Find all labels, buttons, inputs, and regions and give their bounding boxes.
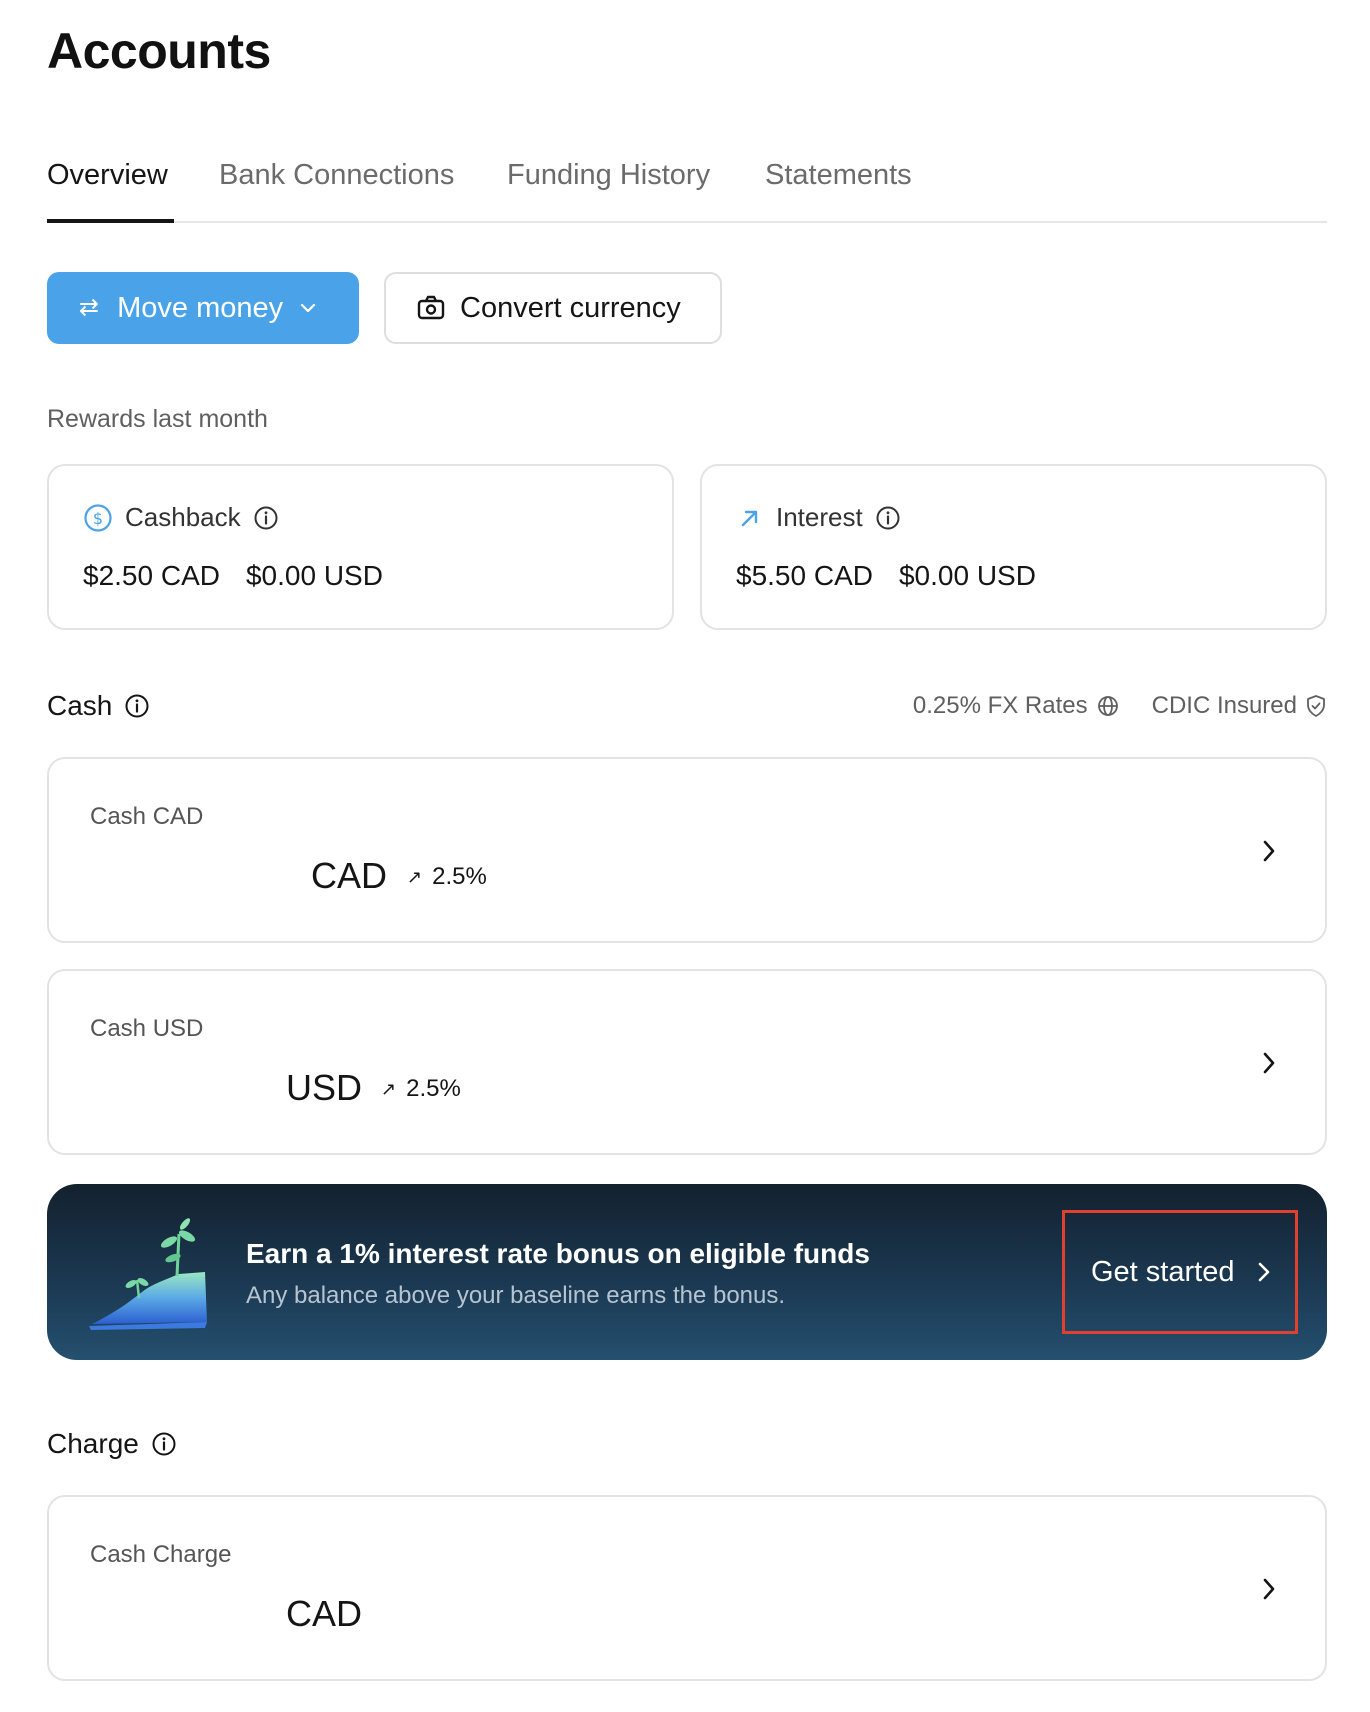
cashback-usd-amount: $0.00 USD (245, 560, 383, 591)
interest-usd-amount: $0.00 USD (898, 560, 1036, 591)
interest-bonus-banner: Earn a 1% interest rate bonus on eligibl… (47, 1184, 1327, 1360)
chevron-right-icon (1263, 1052, 1275, 1074)
account-name: Cash CAD (90, 803, 204, 830)
cashback-card: $ Cashback $2.50 CAD $0.00 USD (47, 464, 674, 630)
interest-label: Interest (776, 502, 863, 532)
page-title: Accounts (47, 23, 271, 79)
tab-statements[interactable]: Statements (765, 159, 912, 192)
shield-check-icon (1307, 695, 1325, 717)
charge-section-title: Charge (47, 1428, 139, 1459)
account-rate: ↗ 2.5% (407, 863, 487, 891)
fx-rates-label: 0.25% FX Rates (912, 692, 1088, 719)
get-started-label: Get started (1091, 1255, 1235, 1288)
cash-charge-account-card[interactable]: Cash Charge CAD (47, 1495, 1327, 1681)
interest-card: Interest $5.50 CAD $0.00 USD (700, 464, 1327, 630)
tab-bar: Overview Bank Connections Funding Histor… (47, 155, 1327, 223)
cashback-label: Cashback (125, 502, 241, 532)
get-started-button[interactable]: Get started (1062, 1210, 1298, 1334)
convert-currency-button[interactable]: Convert currency (384, 272, 722, 344)
arrow-up-right-icon: ↗ (407, 866, 423, 887)
swap-arrows-icon: ⇄ (79, 294, 100, 321)
plant-growth-illustration (89, 1218, 207, 1330)
svg-text:$: $ (93, 509, 103, 528)
fx-rates-link[interactable]: 0.25% FX Rates (913, 692, 1120, 720)
chevron-down-icon (301, 303, 316, 313)
cash-cad-account-card[interactable]: Cash CAD CAD ↗ 2.5% (47, 757, 1327, 943)
cdic-insured-link[interactable]: CDIC Insured (1152, 692, 1327, 720)
promo-title: Earn a 1% interest rate bonus on eligibl… (246, 1238, 870, 1269)
chevron-right-icon (1263, 1578, 1275, 1600)
active-tab-indicator (47, 219, 174, 223)
arrow-up-right-icon (741, 510, 758, 526)
account-rate-value: 2.5% (432, 863, 487, 890)
charge-section-header: Charge (47, 1428, 177, 1460)
chevron-right-icon (1259, 1262, 1270, 1282)
interest-info-icon[interactable] (875, 505, 901, 531)
camera-icon (417, 295, 445, 320)
promo-subtitle: Any balance above your baseline earns th… (246, 1282, 786, 1309)
move-money-button[interactable]: ⇄ Move money (47, 272, 359, 344)
account-rate: ↗ 2.5% (381, 1075, 461, 1103)
cashback-info-icon[interactable] (253, 505, 279, 531)
dollar-circle-icon: $ (84, 503, 112, 532)
globe-icon (1097, 696, 1118, 716)
charge-info-icon[interactable] (151, 1431, 177, 1457)
account-name: Cash USD (90, 1015, 204, 1042)
chevron-right-icon (1263, 840, 1275, 862)
tab-overview[interactable]: Overview (47, 159, 168, 192)
move-money-label: Move money (117, 291, 284, 324)
cash-section-title: Cash (47, 690, 113, 721)
accounts-page: Accounts Overview Bank Connections Fundi… (0, 0, 1370, 1712)
cdic-insured-label: CDIC Insured (1151, 692, 1297, 719)
cash-info-icon[interactable] (124, 693, 150, 719)
rewards-section-label: Rewards last month (47, 405, 268, 433)
account-currency: CAD (286, 1593, 363, 1634)
cash-usd-account-card[interactable]: Cash USD USD ↗ 2.5% (47, 969, 1327, 1155)
cashback-cad-amount: $2.50 CAD (83, 560, 220, 591)
account-name: Cash Charge (90, 1541, 232, 1568)
tab-bank-connections[interactable]: Bank Connections (219, 159, 454, 192)
account-rate-value: 2.5% (406, 1075, 461, 1102)
interest-cad-amount: $5.50 CAD (736, 560, 873, 591)
cash-section-header: Cash 0.25% FX Rates CDIC Insured (47, 690, 1327, 726)
arrow-up-right-icon: ↗ (381, 1078, 397, 1099)
convert-currency-label: Convert currency (460, 291, 681, 324)
tab-funding-history[interactable]: Funding History (507, 159, 710, 192)
account-currency: CAD (311, 855, 388, 896)
account-currency: USD (286, 1067, 363, 1108)
